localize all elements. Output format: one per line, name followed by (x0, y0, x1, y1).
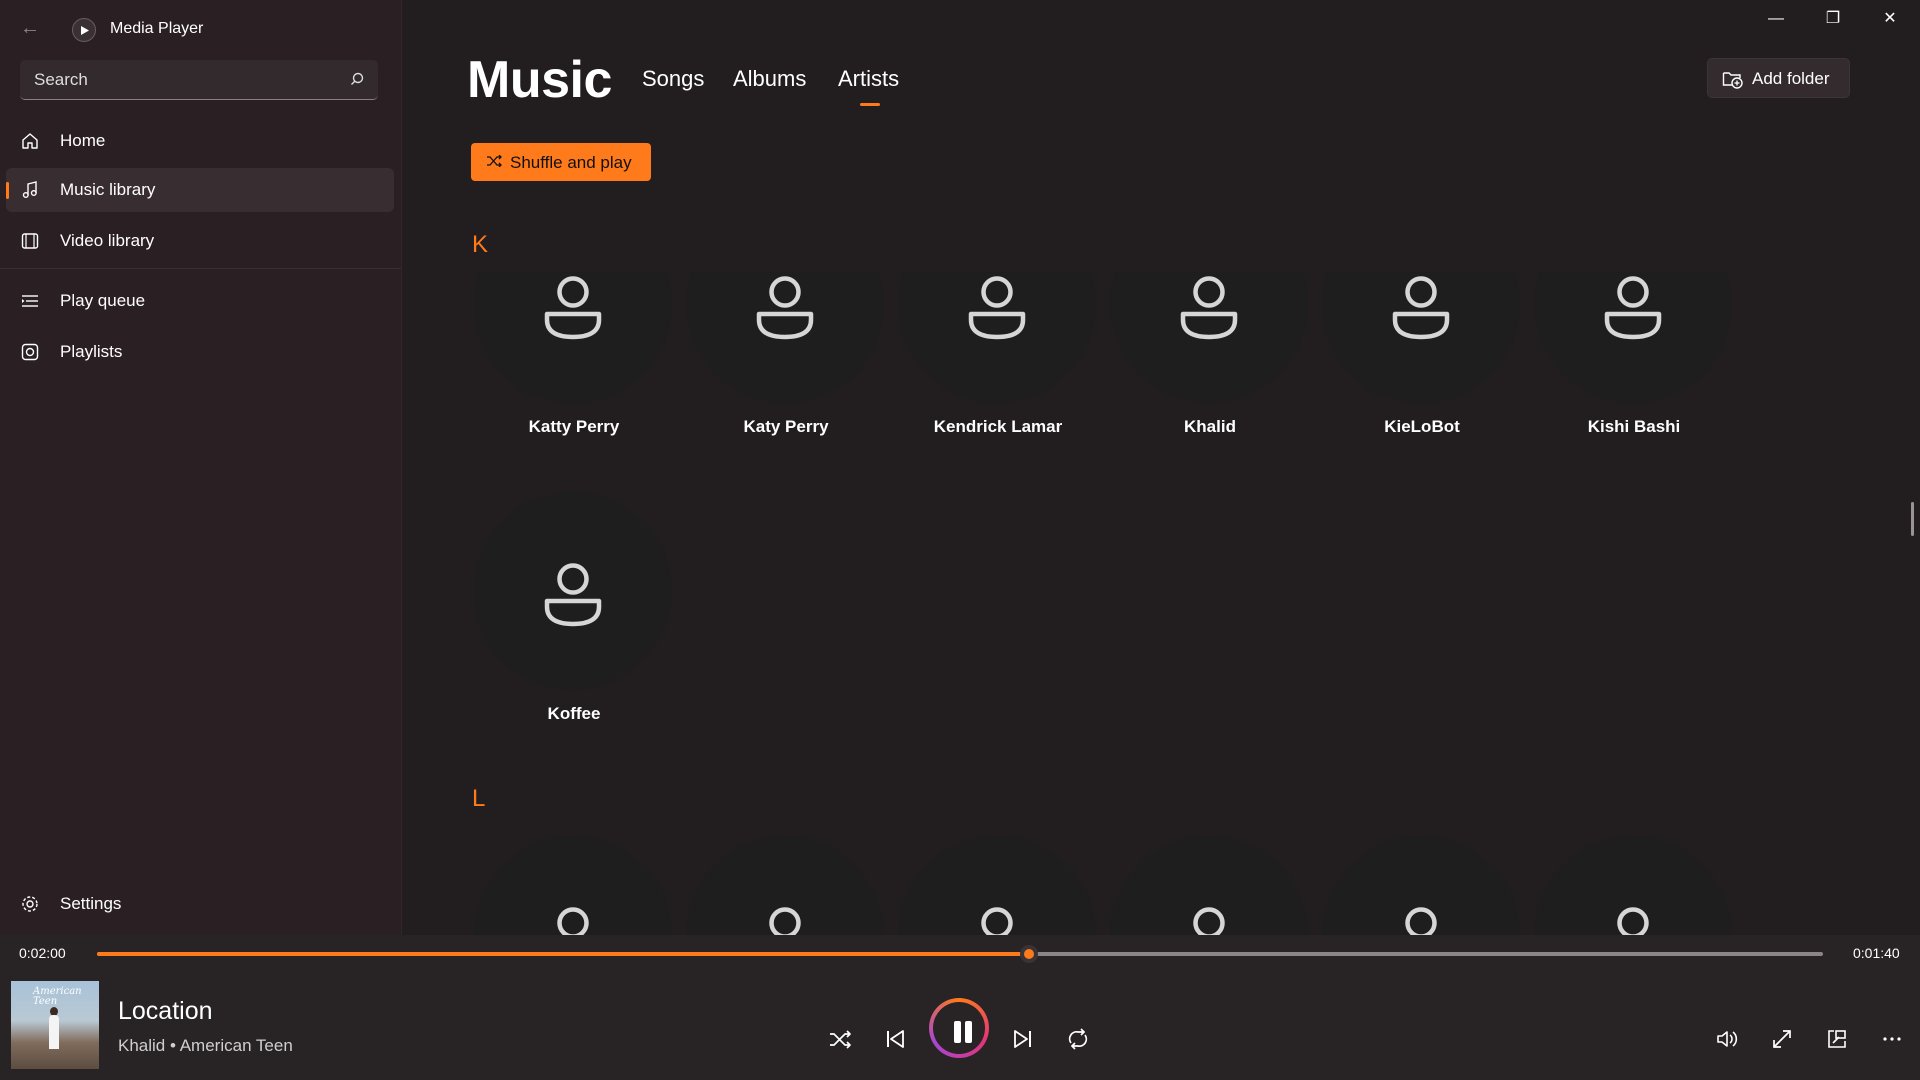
artist-avatar (1534, 272, 1732, 403)
sidebar: ← Media Player Home Music library Video … (0, 0, 402, 935)
active-tab-indicator (860, 103, 880, 106)
section-letter-k[interactable]: K (472, 231, 488, 259)
person-icon (1193, 907, 1225, 935)
add-folder-icon (1722, 72, 1743, 89)
remaining-time: 0:01:40 (1853, 945, 1900, 961)
nav-item-label: Video library (60, 231, 155, 250)
artist-avatar (686, 272, 884, 403)
artist-avatar (686, 836, 884, 935)
sidebar-divider (0, 268, 401, 269)
artist-avatar (474, 492, 672, 690)
queue-icon (22, 295, 38, 307)
artist-avatar (474, 272, 672, 403)
nav-item-settings[interactable]: Settings (6, 882, 394, 926)
artists-grid: Katty Perry Katy Perry Kendrick Lamar Kh… (450, 272, 1740, 935)
home-icon (22, 133, 38, 149)
nav-item-play-queue[interactable]: Play queue (6, 279, 394, 323)
person-icon (1617, 907, 1649, 935)
person-icon (1405, 907, 1437, 935)
music-note-icon (22, 181, 37, 198)
song-artist-album[interactable]: Khalid • American Teen (118, 1036, 293, 1056)
nav-item-music-library[interactable]: Music library (6, 168, 394, 212)
seek-bar[interactable] (97, 945, 1823, 963)
active-indicator (6, 182, 9, 199)
app-title: Media Player (110, 20, 204, 37)
person-icon (1180, 276, 1238, 340)
shuffle-icon (487, 155, 502, 167)
add-folder-button[interactable]: Add folder (1707, 58, 1850, 98)
nav-item-home[interactable]: Home (6, 119, 394, 163)
artist-avatar (1110, 836, 1308, 935)
page-title: Music (467, 51, 612, 109)
person-icon (981, 907, 1013, 935)
next-track-icon[interactable] (1007, 1023, 1039, 1055)
pause-icon (933, 1002, 985, 1054)
repeat-icon[interactable] (1062, 1023, 1094, 1055)
tab-songs[interactable]: Songs (642, 66, 704, 92)
person-icon (544, 276, 602, 340)
person-icon (1392, 276, 1450, 340)
media-player-logo-icon (72, 18, 96, 42)
title-bar: ← Media Player (0, 0, 401, 60)
person-icon (1604, 276, 1662, 340)
nav-item-label: Music library (60, 180, 156, 199)
artist-avatar (1322, 836, 1520, 935)
nav-item-label: Play queue (60, 291, 146, 310)
person-icon (756, 276, 814, 340)
nav-item-label: Home (60, 131, 106, 150)
more-options-icon[interactable] (1876, 1023, 1908, 1055)
player-bar: 0:02:00 0:01:40 American Teen Location K… (0, 935, 1920, 1080)
artist-avatar (1534, 836, 1732, 935)
artist-avatar (1322, 272, 1520, 403)
album-art-figure (49, 1015, 59, 1049)
shuffle-icon[interactable] (824, 1023, 856, 1055)
pause-button[interactable] (929, 998, 989, 1058)
artist-avatar (898, 272, 1096, 403)
person-icon (557, 907, 589, 935)
shuffle-and-play-button[interactable]: Shuffle and play (471, 143, 651, 181)
elapsed-time: 0:02:00 (19, 945, 66, 961)
artist-name: Kishi Bashi (1587, 417, 1681, 436)
search-box[interactable] (20, 60, 378, 100)
person-icon (544, 563, 602, 627)
person-icon (769, 907, 801, 935)
artist-avatar (474, 836, 672, 935)
tab-albums[interactable]: Albums (733, 66, 806, 92)
add-folder-label: Add folder (1752, 69, 1830, 88)
settings-label: Settings (60, 894, 122, 913)
nav-item-label: Playlists (60, 342, 123, 361)
playlist-icon (21, 343, 39, 361)
close-icon[interactable]: ✕ (1867, 6, 1913, 32)
tab-artists[interactable]: Artists (838, 66, 899, 92)
minimize-icon[interactable]: — (1753, 6, 1799, 32)
person-icon (968, 276, 1026, 340)
mini-player-icon[interactable] (1821, 1023, 1853, 1055)
nav-item-playlists[interactable]: Playlists (6, 330, 394, 374)
scrollbar-thumb[interactable] (1911, 502, 1914, 536)
artist-avatar (898, 836, 1096, 935)
album-art[interactable]: American Teen (11, 981, 99, 1069)
artist-avatar (1110, 272, 1308, 403)
film-icon (21, 233, 39, 249)
back-arrow-icon[interactable]: ← (18, 16, 42, 40)
gear-icon (22, 896, 38, 912)
song-title[interactable]: Location (118, 997, 213, 1026)
artist-name: Koffee (547, 704, 601, 723)
nav-item-video-library[interactable]: Video library (6, 219, 394, 263)
previous-track-icon[interactable] (879, 1023, 911, 1055)
volume-icon[interactable] (1711, 1023, 1743, 1055)
fullscreen-icon[interactable] (1766, 1023, 1798, 1055)
seek-bar-progress (97, 952, 1030, 956)
artist-name: KieLoBot (1384, 417, 1460, 436)
artist-name: Katty Perry (528, 417, 620, 436)
restore-icon[interactable]: ❐ (1810, 6, 1856, 32)
seek-bar-thumb[interactable] (1020, 945, 1039, 963)
search-icon[interactable] (350, 72, 364, 86)
shuffle-and-play-label: Shuffle and play (510, 153, 632, 172)
artist-name: Kendrick Lamar (933, 417, 1063, 436)
artist-name: Katy Perry (743, 417, 829, 436)
search-input[interactable] (32, 68, 336, 92)
artist-name: Khalid (1184, 417, 1236, 436)
album-art-title: American Teen (33, 986, 82, 1007)
